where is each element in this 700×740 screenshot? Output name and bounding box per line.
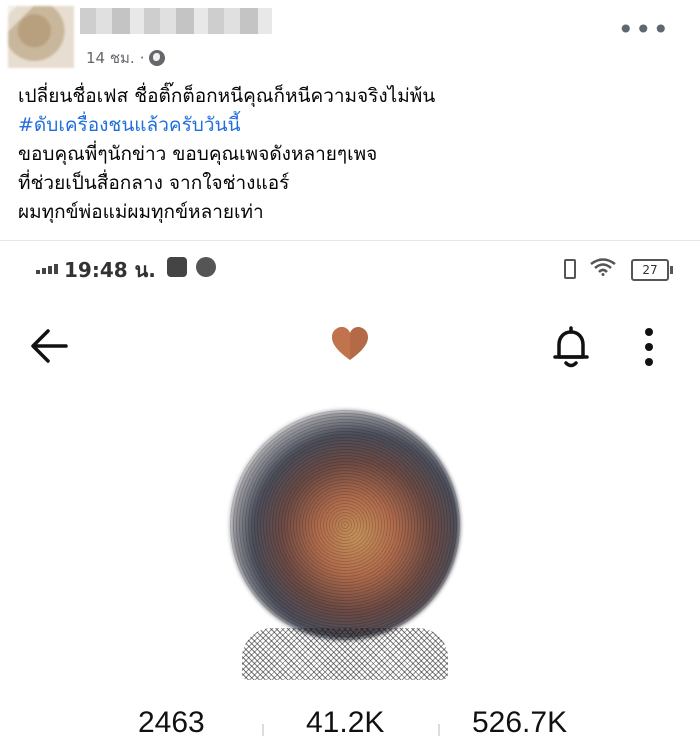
message-icon	[167, 257, 187, 277]
more-horizontal-icon[interactable]: •••	[617, 16, 670, 44]
phone-status-bar: 19:48 น. 27	[0, 252, 700, 284]
post-line-5: ผมทุกข์พ่อแม่ผมทุกข์หลายเท่า	[18, 201, 264, 223]
vibrate-icon	[559, 257, 577, 279]
post-line-3: ขอบคุณพี่ๆนักข่าว ขอบคุณเพจดังหลายๆเพจ	[18, 143, 378, 165]
post-divider	[0, 240, 700, 241]
following-count[interactable]: 2463	[138, 706, 205, 740]
signal-icon	[36, 264, 58, 274]
post-header: 14 ชม. · ••• เปลี่ยนชื่อเฟส ชื่อติ๊กต็อก…	[0, 0, 700, 240]
arrow-left-icon[interactable]	[28, 326, 72, 366]
post-hashtag[interactable]: #ดับเครื่องชนแล้วครับวันนี้	[18, 111, 435, 140]
post-text: เปลี่ยนชื่อเฟส ชื่อติ๊กต็อกหนีคุณก็หนีคว…	[18, 82, 435, 227]
stat-separator	[262, 724, 264, 736]
likes-count: 526.7K	[472, 706, 568, 739]
author-avatar[interactable]	[8, 6, 74, 68]
profile-picture-noise	[230, 410, 460, 640]
brown-heart-icon	[332, 327, 368, 360]
wifi-icon	[590, 258, 616, 276]
post-line-4: ที่ช่วยเป็นสื่อกลาง จากใจช่างแอร์	[18, 172, 290, 194]
globe-icon	[149, 50, 166, 66]
stat-separator	[438, 724, 440, 736]
author-name-blurred[interactable]	[80, 8, 272, 34]
chrome-icon	[196, 257, 216, 277]
battery-icon: 27	[631, 259, 673, 281]
bell-icon[interactable]	[551, 325, 591, 369]
post-line-1: เปลี่ยนชื่อเฟส ชื่อติ๊กต็อกหนีคุณก็หนีคว…	[18, 85, 436, 107]
profile-stats: 2463 41.2K 526.7K	[0, 702, 700, 739]
followers-count[interactable]: 41.2K	[306, 706, 384, 740]
post-meta: 14 ชม. ·	[86, 46, 166, 70]
status-time: 19:48 น.	[64, 258, 156, 282]
profile-picture-blurred	[230, 410, 460, 680]
post-time[interactable]: 14 ชม.	[86, 46, 135, 70]
more-vertical-icon[interactable]	[639, 325, 659, 369]
meta-separator: ·	[139, 49, 145, 67]
profile-picture-shoulders	[242, 628, 448, 680]
